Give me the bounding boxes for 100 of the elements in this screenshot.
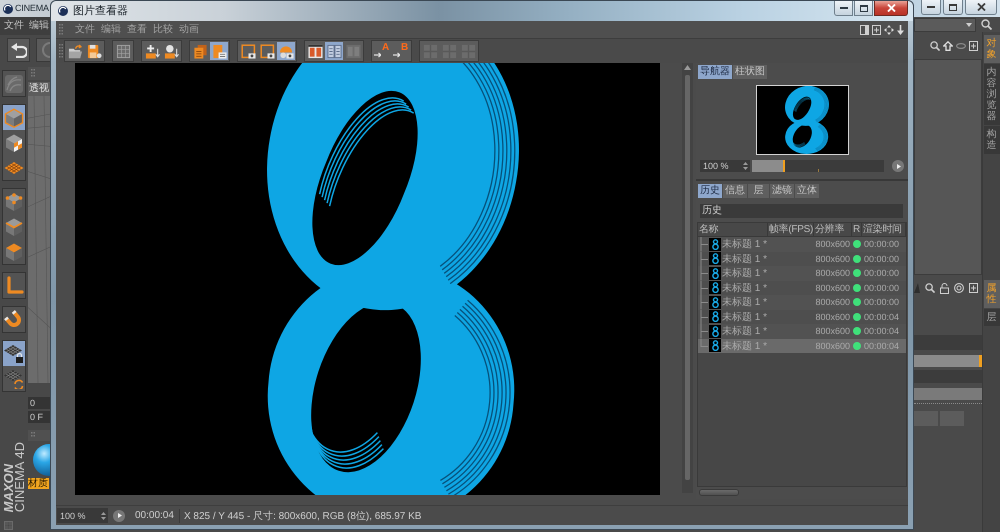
toolbar-button[interactable] — [239, 42, 257, 60]
panel-tab[interactable]: 柱状图 — [733, 65, 767, 79]
toolbar-button[interactable] — [143, 42, 161, 60]
zoom-field[interactable]: 100 % — [57, 508, 108, 523]
menu-item[interactable]: 动画 — [179, 24, 199, 36]
history-row[interactable]: 未标题 1 * 800x600 00:00:00 — [698, 252, 906, 266]
menu-item[interactable]: 比较 — [153, 24, 173, 36]
render-time: 00:00:04 — [863, 312, 900, 322]
play-button[interactable] — [113, 510, 125, 522]
zoom-field[interactable]: 100 % — [700, 160, 750, 172]
minimize-button[interactable] — [834, 1, 853, 16]
column-header[interactable]: 分辨率 — [814, 223, 852, 237]
menu-item[interactable]: 编辑 — [29, 20, 49, 35]
down-arrow-icon[interactable] — [897, 24, 904, 34]
column-header[interactable]: 帧率(FPS) — [768, 223, 814, 237]
scrollbar-thumb[interactable] — [685, 75, 690, 480]
resolution-text: 800x600 — [814, 268, 851, 278]
spinner-icon[interactable] — [101, 512, 106, 520]
render-name: 未标题 1 * — [722, 252, 768, 266]
panel-tab[interactable]: 历史 — [698, 184, 722, 198]
history-row[interactable]: 未标题 1 * 800x600 00:00:04 — [698, 310, 906, 324]
menu-item[interactable]: 文件 — [75, 24, 95, 36]
history-row[interactable]: 未标题 1 * 800x600 00:00:04 — [698, 338, 906, 353]
render-name: 未标题 1 * — [722, 340, 768, 353]
search-icon[interactable] — [981, 19, 992, 30]
up-arrow-icon[interactable] — [943, 41, 953, 51]
panel-tab[interactable]: 立体 — [795, 184, 819, 198]
plus-box-icon[interactable] — [969, 41, 978, 51]
menu-item[interactable]: 查看 — [127, 24, 147, 36]
close-icon — [976, 3, 986, 11]
grip-icon[interactable] — [59, 44, 63, 58]
grip-icon[interactable] — [31, 432, 35, 440]
minimize-button[interactable] — [921, 0, 941, 15]
close-button[interactable] — [965, 0, 997, 15]
plus-arrow-icon — [144, 44, 160, 58]
attribute-field[interactable] — [914, 388, 982, 400]
side-tab[interactable]: 构造 — [984, 126, 1000, 154]
close-button[interactable] — [874, 1, 908, 16]
history-row[interactable]: 未标题 1 * 800x600 00:00:00 — [698, 266, 906, 280]
side-tab[interactable]: 对象 — [984, 35, 1000, 63]
toolbar-button[interactable] — [66, 42, 84, 60]
navigator-thumbnail[interactable] — [756, 85, 848, 155]
side-tab[interactable]: 层 — [984, 309, 1000, 326]
search-icon[interactable] — [925, 283, 935, 293]
attribute-field[interactable] — [914, 355, 982, 367]
column-header[interactable]: 名称 — [698, 223, 768, 237]
panel-tab[interactable]: 信息 — [723, 184, 747, 198]
render-time: 00:00:00 — [863, 282, 900, 293]
menu-item[interactable]: 文件 — [4, 20, 24, 35]
grip-icon[interactable] — [59, 24, 63, 36]
maximize-button[interactable] — [854, 1, 873, 16]
image-info-text: X 825 / Y 445 - 尺寸: 800x600, RGB (8位), 685.97 KB — [184, 510, 422, 522]
play-button[interactable] — [892, 160, 904, 172]
play-icon — [118, 513, 122, 518]
render-time: 00:00:00 — [863, 268, 900, 278]
history-row[interactable]: 未标题 1 * 800x600 00:00:00 — [698, 280, 906, 295]
side-tab[interactable]: 属性 — [984, 280, 1000, 308]
side-tab[interactable]: 内容浏览器 — [984, 64, 1000, 125]
search-icon[interactable] — [930, 41, 940, 51]
column-header[interactable]: 渲染时间 — [862, 223, 906, 237]
plus-box-icon[interactable] — [872, 24, 881, 34]
scrollbar-thumb[interactable] — [699, 489, 739, 496]
spinner-icon[interactable] — [743, 162, 748, 170]
slider-fill[interactable] — [752, 160, 785, 172]
plus-box-icon[interactable] — [969, 283, 978, 293]
dropdown-field[interactable] — [914, 18, 976, 32]
logo-icon — [3, 4, 13, 14]
history-row[interactable]: 未标题 1 * 800x600 00:00:04 — [698, 324, 906, 338]
move-arrows-icon[interactable] — [884, 24, 894, 34]
maximize-button[interactable] — [943, 0, 963, 15]
toolbar-button[interactable]: A — [373, 42, 391, 60]
undo-icon — [10, 42, 27, 58]
panel-tab[interactable]: 层 — [748, 184, 769, 198]
toolbar-button[interactable]: B — [392, 42, 410, 60]
toolbar-button[interactable] — [258, 42, 276, 60]
zoom-slider[interactable] — [752, 160, 884, 172]
toolbar-button[interactable] — [162, 42, 180, 60]
menu-item[interactable]: 编辑 — [101, 24, 121, 36]
toolbar-button[interactable] — [85, 42, 103, 60]
grip-icon[interactable] — [4, 521, 13, 530]
history-row[interactable]: 未标题 1 * 800x600 00:00:00 — [698, 295, 906, 310]
panel-tab[interactable]: 滤镜 — [770, 184, 794, 198]
number-field[interactable]: 0 — [28, 397, 50, 409]
tool-button[interactable] — [3, 341, 25, 366]
resolution-text: 800x600 — [814, 282, 851, 293]
toolbar-button[interactable] — [306, 42, 324, 60]
up-arrow-icon[interactable] — [684, 65, 691, 70]
history-row[interactable]: 未标题 1 * 800x600 00:00:00 — [698, 237, 906, 252]
grip-icon[interactable] — [31, 69, 35, 78]
panel-layout-icon[interactable] — [860, 24, 869, 34]
panel-tab[interactable]: 导航器 — [698, 65, 732, 79]
toolbar-button[interactable] — [7, 38, 30, 62]
render-thumbnail — [709, 324, 721, 338]
column-header[interactable]: R — [852, 223, 862, 237]
vertical-scrollbar[interactable] — [682, 63, 693, 493]
target-icon[interactable] — [954, 283, 964, 293]
product-logo-text: CINEMA 4D — [14, 442, 25, 512]
lock-icon[interactable] — [940, 282, 949, 294]
frame-field[interactable]: 0 F — [28, 411, 50, 423]
3d-viewport[interactable]: 透视 — [28, 82, 50, 383]
